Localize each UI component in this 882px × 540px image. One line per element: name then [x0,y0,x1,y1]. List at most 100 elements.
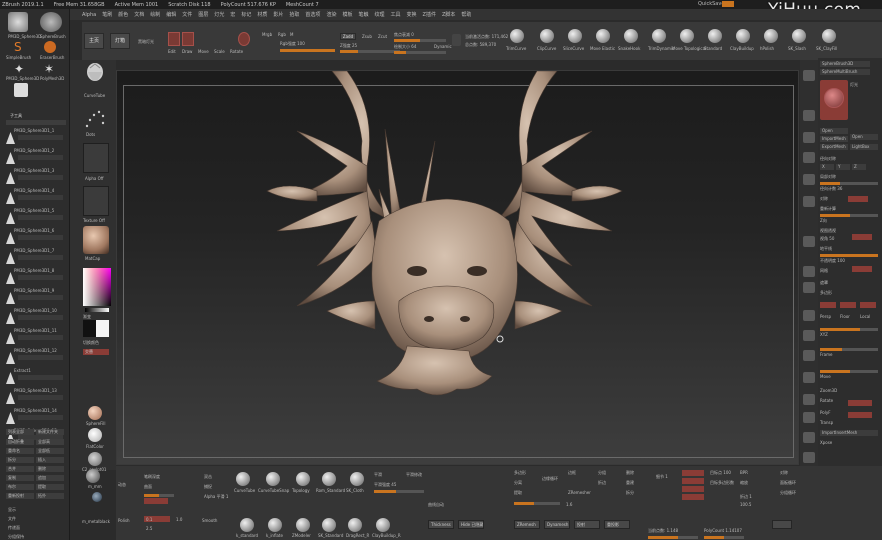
list-item[interactable]: PM3D_Sphere3D1_2 [6,148,66,167]
polygroup-section[interactable]: 分组保持 [6,534,64,540]
transform-gizmo-button[interactable] [238,32,250,46]
menu-item[interactable]: 文件 [182,11,192,18]
focal-shift-slider[interactable] [394,39,446,42]
recalculate-label[interactable]: 重新计算 [820,206,880,212]
xyz-slider[interactable] [820,328,878,331]
list-item[interactable]: PM3D_Sphere3D1_4 [6,188,66,207]
boolean-button[interactable]: 布尔 [6,484,34,490]
floor-icon[interactable] [803,236,815,247]
list-item[interactable]: PM3D_Sphere3D1_7 [6,248,66,267]
menu-item[interactable]: 变换 [407,11,417,18]
curve-tube-brush[interactable] [236,472,250,486]
brush-standard[interactable] [708,29,722,43]
list-item[interactable]: Extract1 [6,368,66,387]
polyf-toggle[interactable] [848,400,872,406]
menu-item[interactable]: 宏 [230,11,235,18]
scale-label[interactable]: Scale [214,49,225,54]
texture-slot[interactable] [83,186,109,216]
duplicate-button[interactable]: 复制 [6,475,34,481]
brush-trimdynamic[interactable] [652,29,666,43]
extract-button[interactable]: 提取 [36,484,64,490]
zadd-button[interactable]: Zadd [340,33,356,40]
brush-claybuildup[interactable] [736,29,750,43]
menu-item[interactable]: 首选项 [305,11,320,18]
move-slider[interactable] [820,370,878,373]
polymesh-star-icon[interactable]: ✶ [44,63,56,75]
menu-item[interactable]: 材质 [257,11,267,18]
open-label[interactable]: Open [850,134,878,140]
bpr-icon[interactable] [803,70,815,81]
lightbox-button[interactable]: 灯箱 [110,33,130,49]
list-item[interactable]: PM3D_Sphere3D1_14 [6,408,66,427]
zcut-button[interactable]: Zcut [378,34,387,39]
zsub-button[interactable]: Zsub [362,34,372,39]
k-inflate-brush[interactable] [268,518,282,532]
axis-x-button[interactable]: X [820,164,834,170]
k-standard-brush[interactable] [240,518,254,532]
xpose-icon[interactable] [803,452,815,463]
transp-toggle[interactable] [848,412,872,418]
sk-standard-brush[interactable] [322,518,336,532]
axis-y-button[interactable]: Y [836,164,850,170]
file-section[interactable]: 文件 [6,516,64,522]
split-button[interactable]: 拆分 [6,457,34,463]
polyf-icon[interactable] [803,394,815,405]
menu-item[interactable]: 颜色 [118,11,128,18]
sphere3d-icon[interactable]: ✦ [14,63,26,75]
new-folder-button[interactable]: 新建文件夹 [36,429,64,435]
list-item[interactable]: PM3D_Sphere3D1_6 [6,228,66,247]
quicksave-indicator[interactable] [722,1,734,7]
grid-toggle[interactable] [852,266,872,272]
radial-count-slider[interactable] [820,182,878,185]
brush-snakehook[interactable] [624,29,638,43]
import-insert-mesh-button[interactable]: ImportInsertMesh [820,430,878,436]
gradient-bar[interactable] [85,308,109,312]
thickness-button[interactable]: Thickness [428,520,454,529]
depth-slider[interactable] [144,494,174,497]
menu-item[interactable]: 图层 [198,11,208,18]
auto-collapse-button[interactable]: 自动折叠 [6,439,34,445]
rgb-intensity-slider[interactable] [280,49,335,52]
dragon-head-model[interactable] [117,71,799,465]
dynamic-size-icon[interactable] [452,34,461,46]
menu-item[interactable]: 影片 [273,11,283,18]
draw-button[interactable] [182,32,194,46]
menu-item[interactable]: Alpha [82,12,96,18]
all-low-button[interactable]: 全部低 [36,448,64,454]
zoom3d-icon[interactable] [803,350,815,361]
local-toggle[interactable] [860,302,876,308]
all-high-button[interactable]: 全部高 [36,439,64,445]
edit-button[interactable] [168,32,180,46]
dynamesh-button[interactable]: Dynamesh [544,520,570,529]
import-mesh-button[interactable]: ImportMesh [820,136,848,142]
menu-item[interactable]: Z插件 [423,11,436,18]
project-button[interactable]: 投射 [574,520,600,529]
color-picker[interactable] [83,268,111,306]
polycount2-slider[interactable] [704,536,744,539]
red-toggle-1[interactable] [682,470,704,476]
list-item[interactable]: PM3D_Sphere3D1_9 [6,288,66,307]
zmodeler-brush[interactable] [296,518,310,532]
matcap-material-swatch[interactable] [83,226,109,254]
move-icon[interactable] [803,330,815,341]
tool-thumb-sphere3d[interactable] [8,12,28,32]
lightbox-label[interactable]: LightBox [850,144,878,150]
append-button[interactable]: 追加 [36,475,64,481]
mm-material[interactable] [86,469,100,483]
list-item[interactable]: PM3D_Sphere3D1_1 [6,128,66,147]
menu-item[interactable]: 帮助 [461,11,471,18]
list-item[interactable]: PM3D_Sphere3D1_5 [6,208,66,227]
menu-item[interactable]: 模板 [342,11,352,18]
display-section[interactable]: 显示 [6,507,64,513]
solo-icon[interactable] [803,432,815,443]
draw-size-slider[interactable] [394,51,446,54]
menu-item[interactable]: 笔触 [358,11,368,18]
tab-spheremultibrush[interactable]: SphereMultiBrush [820,69,870,75]
brush-trimcurve[interactable] [510,29,524,43]
brush-clipcurve[interactable] [540,29,554,43]
topology-button[interactable]: 拓扑 [36,493,64,499]
local-icon[interactable] [803,266,815,277]
opacity-slider[interactable] [820,254,878,257]
brush-move-topological[interactable] [680,29,694,43]
menu-item[interactable]: 纹理 [374,11,384,18]
